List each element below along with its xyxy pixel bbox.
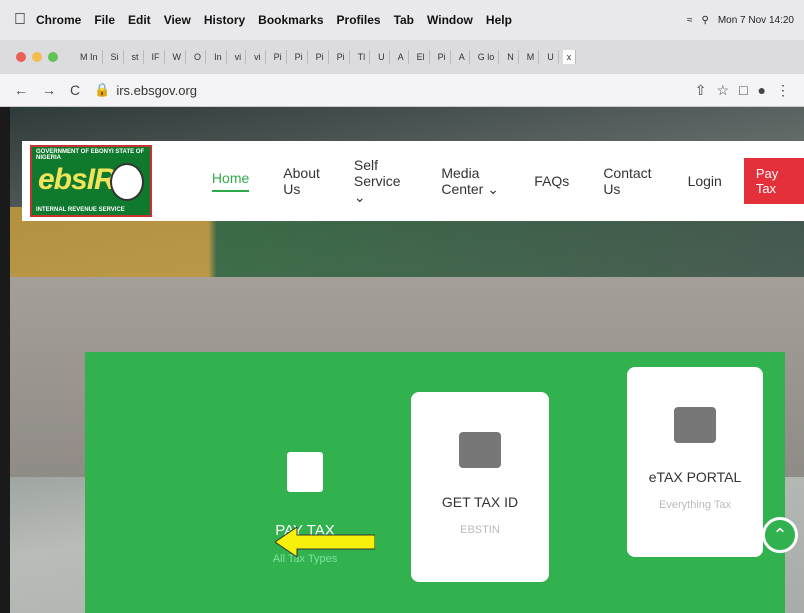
tab[interactable]: vi [231, 50, 247, 64]
tab[interactable]: In [210, 50, 227, 64]
tab[interactable]: Pi [312, 50, 329, 64]
tab[interactable]: N [503, 50, 519, 64]
mac-menubar:  Chrome File Edit View History Bookmark… [0, 0, 804, 40]
tab[interactable]: A [394, 50, 409, 64]
tab[interactable]: U [374, 50, 390, 64]
tabs: M In Si st IF W O In vi vi Pi Pi Pi Pi T… [76, 50, 577, 64]
get-tax-id-card[interactable]: GET TAX ID EBSTIN [411, 392, 549, 582]
get-tax-id-title[interactable]: GET TAX ID [442, 494, 518, 510]
profile-icon[interactable]: ● [758, 82, 766, 99]
tab[interactable]: st [128, 50, 144, 64]
forward-button[interactable]: → [42, 82, 56, 98]
tab[interactable]: W [169, 50, 187, 64]
menu-view[interactable]: View [164, 13, 191, 27]
back-button[interactable]: ← [14, 82, 28, 98]
menu-bookmarks[interactable]: Bookmarks [258, 13, 323, 27]
tab[interactable]: vi [250, 50, 266, 64]
share-icon[interactable]: ⇧ [695, 82, 707, 99]
tab-active[interactable]: x [562, 50, 577, 64]
lock-icon: 🔒 [94, 82, 111, 97]
scroll-to-top-button[interactable]: ⌃ [762, 517, 798, 553]
logo-gov-text: GOVERNMENT OF EBONYI STATE OF NIGERIA [36, 149, 145, 161]
chevron-up-icon: ⌃ [772, 524, 788, 545]
tab[interactable]: M [523, 50, 540, 64]
toolbar-right: ⇧ ☆ □ ● ⋮ [695, 82, 790, 99]
bookmark-star-icon[interactable]: ☆ [717, 82, 730, 99]
url-text[interactable]: irs.ebsgov.org [116, 83, 197, 98]
menu-profiles[interactable]: Profiles [337, 13, 381, 27]
apple-icon[interactable]:  [14, 11, 36, 29]
menu-tab[interactable]: Tab [394, 13, 414, 27]
nav-about[interactable]: About Us [283, 165, 320, 197]
credit-card-icon [287, 452, 323, 492]
main-nav: Home About Us Self Service ⌄ Media Cente… [211, 157, 652, 206]
coat-of-arms-icon [109, 163, 144, 201]
nav-buttons: ← → C [14, 82, 80, 98]
menu-edit[interactable]: Edit [128, 13, 151, 27]
tab-strip: M In Si st IF W O In vi vi Pi Pi Pi Pi T… [0, 40, 804, 74]
pay-tax-button[interactable]: Pay Tax [743, 158, 804, 204]
ebsirs-logo[interactable]: GOVERNMENT OF EBONYI STATE OF NIGERIA eb… [30, 145, 152, 217]
etax-portal-title[interactable]: eTAX PORTAL [649, 469, 742, 485]
tab[interactable]: G lo [474, 50, 500, 64]
site-header: GOVERNMENT OF EBONYI STATE OF NIGERIA eb… [22, 141, 804, 221]
tab[interactable]: A [455, 50, 470, 64]
website-viewport: GOVERNMENT OF EBONYI STATE OF NIGERIA eb… [10, 107, 804, 613]
logo-irs-text: INTERNAL REVENUE SERVICE [36, 207, 125, 213]
nav-self-service[interactable]: Self Service ⌄ [354, 157, 407, 206]
address-bar[interactable]: 🔒 irs.ebsgov.org [94, 82, 197, 98]
wifi-icon[interactable]: ≈ [687, 15, 693, 26]
close-window-button[interactable] [16, 52, 26, 62]
window-controls [16, 52, 58, 62]
extensions-icon[interactable]: □ [739, 82, 747, 99]
etax-portal-sub: Everything Tax [659, 499, 731, 511]
tab[interactable]: M In [76, 50, 103, 64]
maximize-window-button[interactable] [48, 52, 58, 62]
tab[interactable]: Pi [291, 50, 308, 64]
nav-home[interactable]: Home [211, 170, 250, 192]
tab[interactable]: El [413, 50, 430, 64]
menubar-status: ≈ ⚲ Mon 7 Nov 14:20 [687, 15, 794, 26]
yellow-arrow-icon [275, 527, 375, 557]
tab[interactable]: Pi [270, 50, 287, 64]
menu-window[interactable]: Window [427, 13, 473, 27]
tab[interactable]: Pi [434, 50, 451, 64]
etax-portal-card[interactable]: eTAX PORTAL Everything Tax [627, 367, 763, 557]
monitor-icon [674, 407, 716, 443]
search-icon[interactable]: ⚲ [702, 15, 709, 26]
tab[interactable]: Pi [333, 50, 350, 64]
nav-media-center[interactable]: Media Center ⌄ [441, 165, 500, 198]
tab[interactable]: Si [107, 50, 124, 64]
more-menu-icon[interactable]: ⋮ [776, 82, 790, 99]
tab[interactable]: O [190, 50, 207, 64]
reload-button[interactable]: C [70, 82, 80, 98]
tab[interactable]: IF [148, 50, 165, 64]
menu-history[interactable]: History [204, 13, 245, 27]
nav-contact[interactable]: Contact Us [603, 165, 651, 197]
get-tax-id-sub: EBSTIN [460, 524, 500, 536]
menu-file[interactable]: File [94, 13, 115, 27]
tab[interactable]: U [543, 50, 559, 64]
nav-faqs[interactable]: FAQs [534, 173, 569, 189]
login-link[interactable]: Login [688, 173, 722, 189]
tab[interactable]: Tl [354, 50, 371, 64]
id-card-icon [459, 432, 501, 468]
services-panel: PAY TAX All Tax Types GET TAX ID EBSTIN … [85, 352, 785, 613]
minimize-window-button[interactable] [32, 52, 42, 62]
clock[interactable]: Mon 7 Nov 14:20 [718, 15, 794, 26]
browser-toolbar: ← → C 🔒 irs.ebsgov.org ⇧ ☆ □ ● ⋮ [0, 74, 804, 107]
menu-help[interactable]: Help [486, 13, 512, 27]
menu-chrome[interactable]: Chrome [36, 13, 81, 27]
